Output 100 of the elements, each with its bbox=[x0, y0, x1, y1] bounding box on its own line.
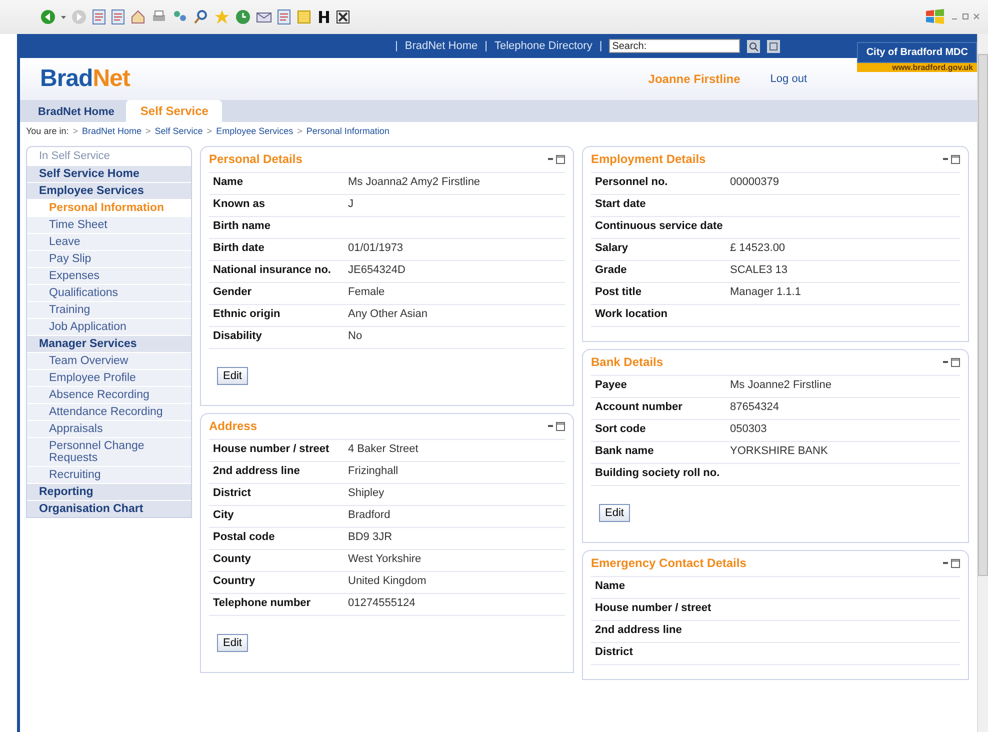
sidebar-item[interactable]: Appraisals bbox=[27, 421, 191, 437]
field-label: 2nd address line bbox=[595, 624, 683, 638]
maximize-icon[interactable] bbox=[951, 558, 960, 568]
breadcrumb-separator: > bbox=[297, 126, 302, 136]
field-value: Ms Joanna2 Amy2 Firstline bbox=[348, 176, 480, 190]
search-icon[interactable] bbox=[747, 40, 760, 52]
page-icon[interactable] bbox=[277, 9, 291, 25]
settings-icon[interactable] bbox=[767, 40, 780, 52]
separator: | bbox=[484, 40, 488, 52]
sidebar-item[interactable]: Recruiting bbox=[27, 467, 191, 483]
toolbar-icon[interactable] bbox=[317, 9, 331, 25]
toolbar-icon[interactable] bbox=[336, 9, 350, 25]
field-label: Sort code bbox=[595, 423, 647, 437]
field-label: Disability bbox=[213, 330, 263, 344]
page-icon[interactable] bbox=[111, 9, 125, 25]
field-value: BD9 3JR bbox=[348, 531, 392, 545]
field-label: Name bbox=[213, 176, 244, 190]
field-value: West Yorkshire bbox=[348, 553, 422, 567]
sidebar-section[interactable]: Organisation Chart bbox=[27, 501, 191, 517]
back-icon[interactable] bbox=[40, 9, 56, 25]
breadcrumb-separator: > bbox=[206, 126, 212, 136]
sidebar-item[interactable]: Leave bbox=[27, 234, 191, 250]
sidebar-item[interactable]: Pay Slip bbox=[27, 251, 191, 267]
search-field[interactable]: Search: bbox=[609, 39, 740, 53]
field-label: City bbox=[213, 509, 235, 523]
star-icon[interactable] bbox=[214, 9, 230, 25]
maximize-icon[interactable] bbox=[556, 154, 565, 164]
sidebar-section[interactable]: Manager Services bbox=[27, 336, 191, 352]
history-icon[interactable] bbox=[235, 9, 251, 25]
logout-link[interactable]: Log out bbox=[770, 73, 807, 85]
field-value: £ 14523.00 bbox=[730, 242, 786, 256]
field-label: Known as bbox=[213, 198, 266, 212]
breadcrumb-link[interactable]: Self Service bbox=[154, 126, 203, 136]
field-value: 050303 bbox=[730, 423, 767, 437]
breadcrumb-link[interactable]: Personal Information bbox=[306, 126, 390, 136]
field-value: YORKSHIRE BANK bbox=[730, 445, 828, 459]
field-label: Birth date bbox=[213, 242, 266, 256]
field-label: House number / street bbox=[595, 602, 712, 616]
sidebar-item[interactable]: Attendance Recording bbox=[27, 404, 191, 420]
sidebar-item[interactable]: Absence Recording bbox=[27, 387, 191, 403]
sidebar-item[interactable]: Employee Profile bbox=[27, 370, 191, 386]
home-icon[interactable] bbox=[130, 9, 146, 25]
field-label: Account number bbox=[595, 401, 684, 415]
windows-logo-icon bbox=[925, 8, 945, 26]
minimize-icon[interactable] bbox=[548, 422, 554, 430]
sidebar-item[interactable]: Qualifications bbox=[27, 285, 191, 301]
sidebar-item[interactable]: Team Overview bbox=[27, 353, 191, 369]
field-label: Bank name bbox=[595, 445, 655, 459]
page-icon[interactable] bbox=[92, 9, 106, 25]
panel-title: Bank Details bbox=[591, 355, 664, 369]
sidebar-section[interactable]: Employee Services bbox=[27, 183, 191, 199]
separator: | bbox=[395, 40, 398, 52]
minimize-icon[interactable] bbox=[943, 559, 949, 567]
sidebar-section[interactable]: Self Service Home bbox=[27, 166, 191, 182]
field-label: Country bbox=[213, 575, 256, 589]
maximize-icon[interactable] bbox=[951, 154, 960, 164]
scrollbar[interactable] bbox=[977, 34, 988, 732]
top-link[interactable]: Telephone Directory bbox=[494, 40, 592, 52]
nav-tab[interactable]: BradNet Home bbox=[30, 102, 122, 122]
breadcrumb-separator: > bbox=[146, 126, 151, 136]
field-value: 01274555124 bbox=[348, 597, 416, 611]
field-label: Ethnic origin bbox=[213, 308, 282, 322]
council-url: www.bradford.gov.uk bbox=[857, 63, 977, 72]
field-value: Female bbox=[348, 286, 385, 300]
top-link[interactable]: BradNet Home bbox=[404, 40, 478, 52]
field-label: Telephone number bbox=[213, 597, 312, 611]
field-label: Building society roll no. bbox=[595, 467, 721, 481]
maximize-icon[interactable] bbox=[556, 422, 565, 430]
field-label: National insurance no. bbox=[213, 264, 332, 278]
sidebar-item[interactable]: Job Application bbox=[27, 319, 191, 335]
edit-button[interactable]: Edit bbox=[217, 634, 248, 652]
sidebar-item[interactable]: Time Sheet bbox=[27, 217, 191, 233]
edit-button[interactable]: Edit bbox=[599, 504, 630, 522]
field-value: Ms Joanne2 Firstline bbox=[730, 379, 832, 393]
field-value: Bradford bbox=[348, 509, 390, 523]
edit-button[interactable]: Edit bbox=[217, 367, 248, 385]
field-label: Personnel no. bbox=[595, 176, 669, 190]
field-label: House number / street bbox=[213, 443, 330, 457]
sidebar-item[interactable]: Personnel Change Requests bbox=[27, 438, 191, 466]
field-label: Post title bbox=[595, 286, 642, 300]
search-icon[interactable] bbox=[193, 9, 209, 25]
sidebar-item[interactable]: Expenses bbox=[27, 268, 191, 284]
maximize-icon[interactable] bbox=[951, 358, 960, 366]
minimize-icon[interactable] bbox=[548, 155, 554, 163]
field-label: Grade bbox=[595, 264, 628, 278]
field-value: Shipley bbox=[348, 487, 384, 501]
sidebar-item[interactable]: Training bbox=[27, 302, 191, 318]
breadcrumb-link[interactable]: Employee Services bbox=[216, 126, 294, 136]
scrollbar-thumb[interactable] bbox=[978, 54, 988, 576]
field-label: Work location bbox=[595, 308, 669, 322]
minimize-icon[interactable] bbox=[943, 358, 949, 366]
field-label: Gender bbox=[213, 286, 253, 300]
bradnet-logo[interactable]: BradNet bbox=[40, 65, 130, 93]
breadcrumb-link[interactable]: BradNet Home bbox=[82, 126, 142, 136]
field-label: County bbox=[213, 553, 252, 567]
field-value: Any Other Asian bbox=[348, 308, 428, 322]
panel-title: Personal Details bbox=[209, 152, 304, 166]
sidebar-section[interactable]: Reporting bbox=[27, 484, 191, 500]
minimize-icon[interactable] bbox=[943, 155, 949, 163]
breadcrumb-separator: > bbox=[72, 126, 78, 136]
